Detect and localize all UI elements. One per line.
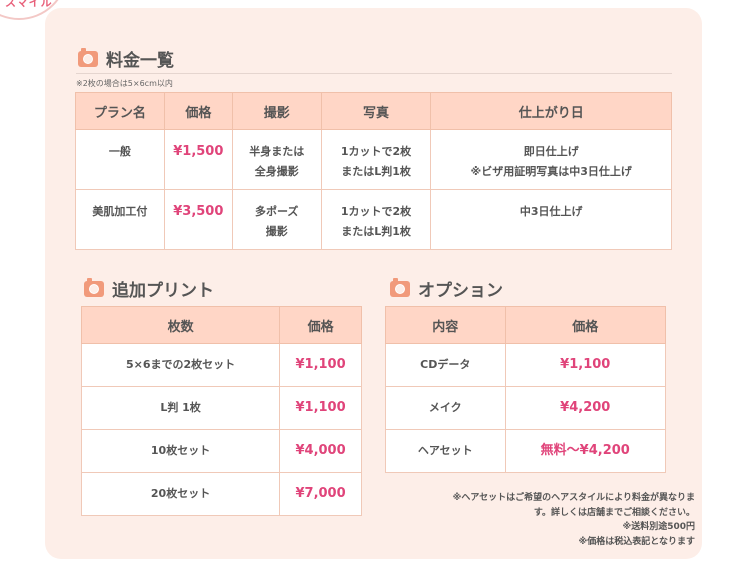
options-title: オプション xyxy=(418,281,503,301)
table-row: 10枚セット ¥4,000 xyxy=(80,429,362,473)
camera-icon xyxy=(390,277,410,297)
print-label: 20枚セット xyxy=(80,472,281,516)
option-label: CDデータ xyxy=(385,343,506,387)
col-header-price: 価格 xyxy=(504,306,667,344)
photo-type: 1カットで2枚 またはL判1枚 xyxy=(320,189,432,250)
col-header-photo: 写真 xyxy=(320,92,432,130)
table-header-row: 内容 価格 xyxy=(385,306,667,344)
print-price: ¥4,000 xyxy=(279,429,362,473)
options-table: 内容 価格 CDデータ ¥1,100 メイク ¥4,200 ヘアセット 無料～¥… xyxy=(385,306,667,473)
photo-line: またはL判1枚 xyxy=(341,165,411,178)
table-header-row: 枚数 価格 xyxy=(80,306,362,344)
option-label: ヘアセット xyxy=(385,429,506,473)
print-price: ¥7,000 xyxy=(279,472,362,516)
finish-time: 中3日仕上げ xyxy=(430,189,672,250)
footnotes: ※ヘアセットはご希望のヘアスタイルにより料金が異なりま す。詳しくは店舗までご相… xyxy=(453,491,695,549)
finish-line: 即日仕上げ xyxy=(523,145,579,158)
print-price: ¥1,100 xyxy=(279,386,362,430)
divider xyxy=(76,73,672,74)
pricing-heading: 料金一覧 xyxy=(78,46,174,71)
photo-line: 1カットで2枚 xyxy=(340,145,412,158)
table-row: 美肌加工付 ¥3,500 多ポーズ撮影 1カットで2枚 またはL判1枚 中3日仕上… xyxy=(75,189,672,250)
table-row: L判 1枚 ¥1,100 xyxy=(80,386,362,430)
shoot-line: 撮影 xyxy=(265,225,288,238)
col-header-price: 価格 xyxy=(163,92,233,130)
shoot-line: 半身または xyxy=(249,145,305,158)
prints-table: 枚数 価格 5×6までの2枚セット ¥1,100 L判 1枚 ¥1,100 10… xyxy=(80,306,362,516)
option-price: ¥1,100 xyxy=(504,343,667,387)
footnote: す。詳しくは店舗までご相談ください。 xyxy=(533,507,695,518)
col-header-finish: 仕上がり日 xyxy=(430,92,672,130)
table-row: 5×6までの2枚セット ¥1,100 xyxy=(80,343,362,387)
photo-type: 1カットで2枚 またはL判1枚 xyxy=(320,129,432,190)
pricing-note: ※2枚の場合は5×6cm以内 xyxy=(76,79,173,88)
table-row: 20枚セット ¥7,000 xyxy=(80,472,362,516)
footnote: ※ヘアセットはご希望のヘアスタイルにより料金が異なりま xyxy=(452,493,695,503)
table-row: ヘアセット 無料～¥4,200 xyxy=(385,429,667,473)
logo-badge-text: スマイル xyxy=(5,0,53,9)
col-header-shoot: 撮影 xyxy=(231,92,322,130)
pricing-table: プラン名 価格 撮影 写真 仕上がり日 一般 ¥1,500 半身または全身撮影 … xyxy=(75,92,672,250)
photo-line: またはL判1枚 xyxy=(341,225,411,238)
shoot-type: 多ポーズ 撮影 xyxy=(231,189,322,250)
plan-name: 一般 xyxy=(75,129,165,190)
print-label: 5×6までの2枚セット xyxy=(80,343,281,387)
table-row: 一般 ¥1,500 半身または全身撮影 1カットで2枚 またはL判1枚 即日仕上げ… xyxy=(75,129,672,190)
plan-price: ¥3,500 xyxy=(163,189,233,250)
shoot-line: 多ポーズ xyxy=(254,205,299,218)
col-header-price: 価格 xyxy=(279,306,362,344)
camera-icon xyxy=(78,47,98,67)
table-row: CDデータ ¥1,100 xyxy=(385,343,667,387)
col-header-content: 内容 xyxy=(385,306,506,344)
option-price: 無料～¥4,200 xyxy=(504,429,667,473)
photo-line: 1カットで2枚 xyxy=(340,205,412,218)
table-header-row: プラン名 価格 撮影 写真 仕上がり日 xyxy=(75,92,672,130)
footnote: ※価格は税込表記となります xyxy=(578,536,695,547)
plan-name: 美肌加工付 xyxy=(75,189,165,250)
prints-title: 追加プリント xyxy=(112,281,214,301)
col-header-plan: プラン名 xyxy=(75,92,165,130)
table-row: メイク ¥4,200 xyxy=(385,386,667,430)
options-heading: オプション xyxy=(390,276,503,301)
finish-line: ※ビザ用証明写真は中3日仕上げ xyxy=(470,165,632,178)
prints-heading: 追加プリント xyxy=(84,276,214,301)
print-label: 10枚セット xyxy=(80,429,281,473)
col-header-count: 枚数 xyxy=(80,306,281,344)
option-label: メイク xyxy=(385,386,506,430)
plan-price: ¥1,500 xyxy=(163,129,233,190)
footnote: ※送料別途500円 xyxy=(622,522,695,532)
finish-time: 即日仕上げ ※ビザ用証明写真は中3日仕上げ xyxy=(430,129,672,190)
print-price: ¥1,100 xyxy=(279,343,362,387)
camera-icon xyxy=(84,277,104,297)
print-label: L判 1枚 xyxy=(80,386,281,430)
shoot-line: 全身撮影 xyxy=(254,165,299,178)
pricing-title: 料金一覧 xyxy=(106,51,174,71)
option-price: ¥4,200 xyxy=(504,386,667,430)
finish-line: 中3日仕上げ xyxy=(519,205,583,218)
shoot-type: 半身または 全身撮影 xyxy=(231,129,322,190)
